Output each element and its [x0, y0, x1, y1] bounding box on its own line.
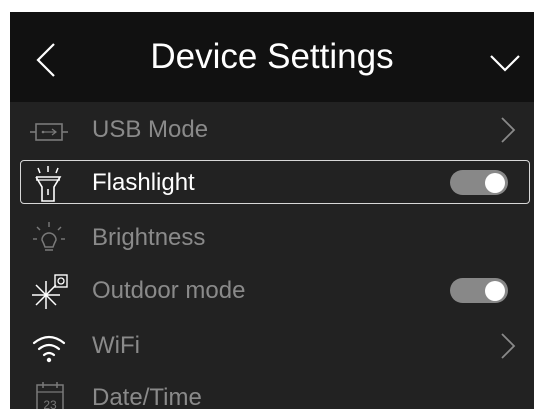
device-settings-screen: Device Settings USB Mode Flashlight Brig…	[10, 12, 534, 409]
settings-item-usb-mode[interactable]: USB Mode	[10, 106, 534, 158]
flashlight-icon	[35, 166, 62, 202]
toggle-knob	[485, 172, 505, 193]
settings-item-label: USB Mode	[92, 116, 209, 143]
calendar-day-text: 23	[43, 398, 57, 409]
settings-item-label: Outdoor mode	[92, 277, 246, 304]
settings-item-label: WiFi	[92, 332, 140, 359]
settings-item-label: Flashlight	[92, 169, 195, 196]
calendar-icon: 23	[36, 382, 64, 409]
wifi-icon	[32, 335, 66, 363]
settings-item-label: Date/Time	[92, 384, 202, 409]
settings-item-flashlight[interactable]: Flashlight	[10, 159, 534, 211]
usb-mode-icon	[30, 123, 68, 141]
toggle-knob	[485, 280, 505, 301]
outdoor-mode-toggle[interactable]	[450, 278, 508, 303]
settings-item-brightness[interactable]: Brightness	[10, 214, 534, 266]
header-bar: Device Settings	[10, 12, 534, 102]
brightness-icon	[33, 222, 65, 251]
chevron-right-icon	[501, 333, 516, 359]
settings-item-label: Brightness	[92, 224, 206, 251]
chevron-down-icon[interactable]	[488, 48, 522, 76]
page-title: Device Settings	[150, 37, 394, 76]
settings-item-outdoor-mode[interactable]: Outdoor mode	[10, 267, 534, 319]
settings-item-wifi[interactable]: WiFi	[10, 322, 534, 374]
flashlight-toggle[interactable]	[450, 170, 508, 195]
chevron-right-icon	[501, 117, 516, 143]
settings-item-date-time[interactable]: 23 Date/Time	[10, 374, 534, 409]
outdoor-mode-icon	[32, 274, 68, 309]
